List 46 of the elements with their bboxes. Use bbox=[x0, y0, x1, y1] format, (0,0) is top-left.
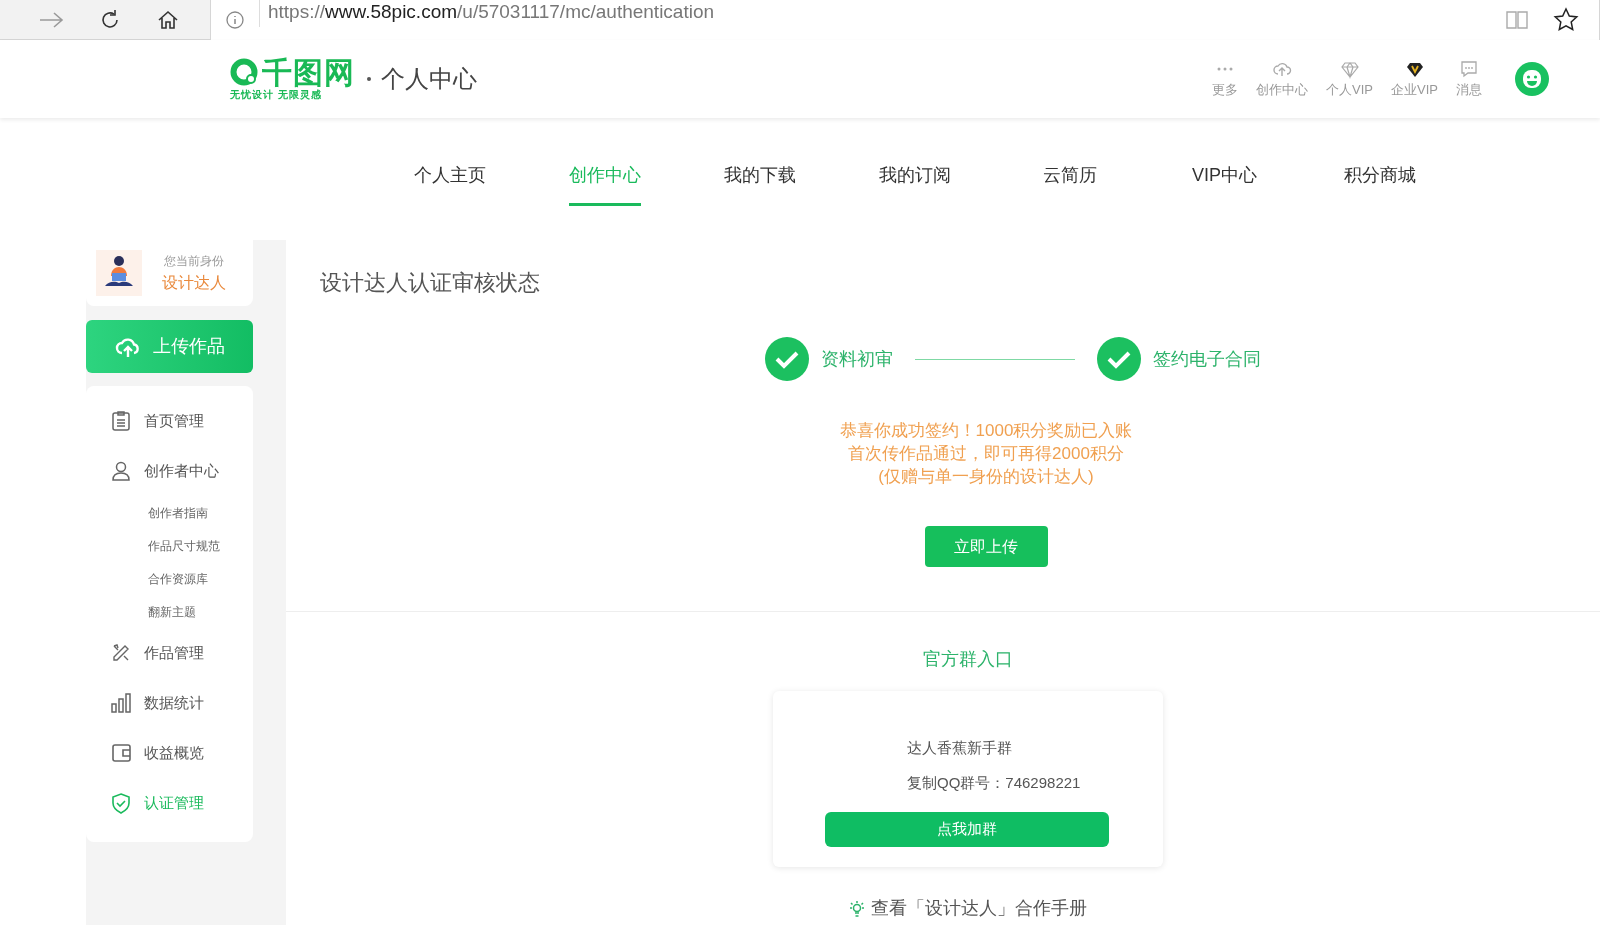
shield-check-icon bbox=[110, 792, 132, 814]
message-icon bbox=[1459, 58, 1479, 79]
logo-icon bbox=[230, 58, 260, 88]
user-icon bbox=[110, 460, 132, 482]
identity-value: 设计达人 bbox=[162, 272, 226, 293]
clipboard-icon bbox=[110, 410, 132, 432]
nav-tab[interactable]: 积分商城 bbox=[1343, 162, 1416, 206]
page-title: 设计达人认证审核状态 bbox=[320, 269, 541, 297]
notice-text: 首次传作品通过，即可再得2000积分 bbox=[848, 443, 1124, 465]
nav-tab[interactable]: 个人主页 bbox=[413, 162, 486, 206]
nav-tab[interactable]: 我的订阅 bbox=[878, 162, 951, 206]
person-laptop-drawing bbox=[96, 250, 142, 296]
notice-text: (仅赠与单一身份的设计达人) bbox=[878, 466, 1094, 488]
reading-view-icon bbox=[1505, 8, 1529, 31]
avatar-icon bbox=[1514, 61, 1550, 97]
star-icon bbox=[1553, 6, 1579, 33]
nav-tab[interactable]: 我的下载 bbox=[723, 162, 796, 206]
step-label: 资料初审 bbox=[821, 347, 893, 371]
cloud-upload-icon bbox=[114, 335, 141, 358]
sidebar-item[interactable]: 数据统计 bbox=[144, 691, 204, 715]
group-name: 达人香蕉新手群 bbox=[907, 738, 1013, 758]
sidebar-subitem[interactable]: 合作资源库 bbox=[148, 569, 208, 588]
sidebar-item[interactable]: 创作者中心 bbox=[144, 459, 219, 483]
more-icon bbox=[1217, 66, 1234, 71]
nav-tab[interactable]: 云简历 bbox=[1042, 162, 1097, 206]
qq-number[interactable]: 复制QQ群号：746298221 bbox=[907, 771, 1163, 794]
logo-tagline: 无忧设计 无限灵感 bbox=[230, 89, 322, 101]
nav-tab[interactable]: VIP中心 bbox=[1192, 162, 1257, 206]
forward-icon bbox=[38, 9, 66, 30]
manual-link[interactable]: 查看「设计达人」合作手册 bbox=[871, 895, 1087, 922]
bar-chart-icon bbox=[110, 692, 132, 714]
step-label: 签约电子合同 bbox=[1153, 347, 1261, 371]
identity-label: 您当前身份 bbox=[164, 252, 224, 270]
sidebar-subitem[interactable]: 创作者指南 bbox=[148, 503, 208, 522]
logo-text: 千图网 bbox=[262, 57, 355, 89]
sidebar-item[interactable]: 作品管理 bbox=[144, 641, 204, 665]
section-title: 个人中心 bbox=[381, 64, 477, 94]
info-icon bbox=[225, 9, 245, 30]
sidebar-item[interactable]: 收益概览 bbox=[144, 741, 204, 765]
notice-text: 恭喜你成功签约！1000积分奖励已入账 bbox=[839, 420, 1133, 442]
sidebar-subitem[interactable]: 翻新主题 bbox=[148, 602, 196, 621]
lightbulb-icon bbox=[849, 899, 865, 918]
sidebar-item[interactable]: 首页管理 bbox=[144, 409, 204, 433]
wallet-icon bbox=[110, 742, 132, 764]
sidebar-subitem[interactable]: 作品尺寸规范 bbox=[148, 536, 220, 555]
section-heading: 官方群入口 bbox=[923, 648, 1013, 671]
